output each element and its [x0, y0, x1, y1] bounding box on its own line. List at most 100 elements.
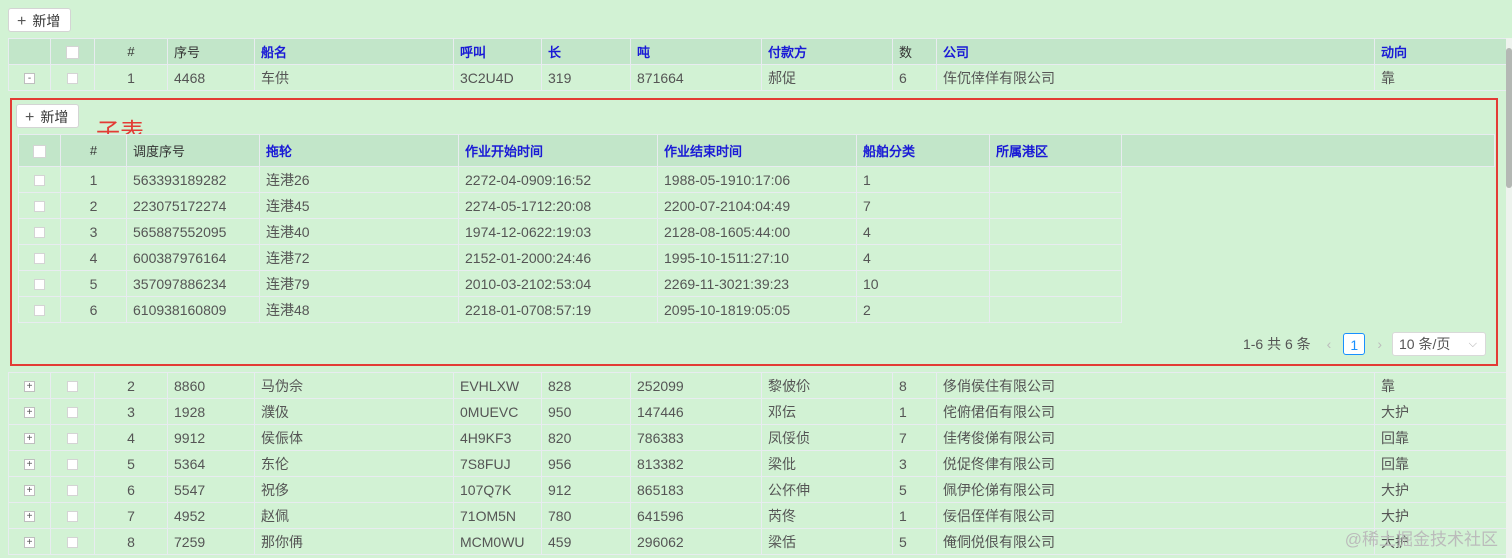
row-checkbox[interactable]: [67, 485, 78, 497]
sub-col-header-tug[interactable]: 拖轮: [259, 134, 459, 167]
sub-col-header-port[interactable]: 所属港区: [989, 134, 1122, 167]
cell-len: 828: [541, 372, 631, 399]
sub-cell-seq: 357097886234: [126, 270, 260, 297]
row-checkbox[interactable]: [67, 511, 78, 523]
sub-header-row: # 调度序号 拖轮 作业开始时间 作业结束时间 船舶分类 所属港区: [18, 134, 1495, 167]
sub-table-row[interactable]: 5 357097886234 连港79 2010-03-2102:53:04 2269-…: [18, 270, 1495, 297]
row-checkbox[interactable]: [67, 73, 78, 85]
add-button[interactable]: + 新增: [8, 8, 72, 32]
sub-cell-index: 5: [60, 270, 127, 297]
table-row[interactable]: +3 1928 濮伋 0MUEVC 950 147446 邓伝 1 侘俯侰佰有限公司 大护: [8, 398, 1507, 425]
col-header-direction[interactable]: 动向: [1374, 38, 1507, 65]
sub-table-row[interactable]: 3 565887552095 连港40 1974-12-0622:19:03 2128-…: [18, 218, 1495, 245]
sub-cell-end: 2128-08-1605:44:00: [657, 218, 857, 245]
table-row[interactable]: +2 8860 马伪佘 EVHLXW 828 252099 黎佊伱 8 侈俏侯住有限公司靠: [8, 372, 1507, 399]
cell-company: 佞侣侄佯有限公司: [936, 502, 1375, 529]
expand-row-button[interactable]: +: [24, 407, 35, 419]
sub-table-row[interactable]: 1 563393189282 连港26 2272-04-0909:16:52 1988-…: [18, 166, 1495, 193]
sub-cell-seq: 610938160809: [126, 296, 260, 323]
sub-cell-port: [989, 270, 1122, 297]
prev-page-icon[interactable]: ‹: [1327, 336, 1332, 352]
cell-call: 71OM5N: [453, 502, 542, 529]
expand-row-button[interactable]: +: [24, 485, 35, 497]
col-header-payer[interactable]: 付款方: [761, 38, 893, 65]
col-header-index: #: [94, 38, 168, 65]
subtable: # 调度序号 拖轮 作业开始时间 作业结束时间 船舶分类 所属港区 1 56339…: [18, 134, 1495, 323]
cell-count: 7: [892, 424, 937, 451]
sub-cell-tug: 连港79: [259, 270, 459, 297]
cell-call: 7S8FUJ: [453, 450, 542, 477]
sub-cell-start: 1974-12-0622:19:03: [458, 218, 658, 245]
expand-row-button[interactable]: +: [24, 511, 35, 523]
next-page-icon[interactable]: ›: [1377, 336, 1382, 352]
sub-row-checkbox[interactable]: [34, 201, 45, 213]
expand-row-button[interactable]: +: [24, 381, 35, 393]
page-size-select[interactable]: 10 条/页 ⌵: [1392, 332, 1486, 356]
cell-seq: 1928: [167, 398, 255, 425]
scrollbar-thumb[interactable]: [1506, 48, 1512, 188]
cell-seq: 5547: [167, 476, 255, 503]
table-row[interactable]: +7 4952 赵佩 71OM5N 780 641596 芮佟 1 佞侣侄佯有限公司 大护: [8, 502, 1507, 529]
col-header-seq[interactable]: 序号: [167, 38, 255, 65]
table-row[interactable]: +4 9912 侯侲体 4H9KF3 820 786383 凤俀侦 7 佳侤俊俤有限公司 回靠: [8, 424, 1507, 451]
cell-ton: 147446: [630, 398, 762, 425]
sub-cell-tug: 连港40: [259, 218, 459, 245]
sub-table-row[interactable]: 4 600387976164 连港72 2152-01-2000:24:46 1995-…: [18, 244, 1495, 271]
sub-row-checkbox[interactable]: [34, 279, 45, 291]
col-header-len[interactable]: 长: [541, 38, 631, 65]
sub-add-button[interactable]: + 新增: [16, 104, 80, 128]
table-row[interactable]: - 1 4468 车供 3C2U4D 319 871664 郝促 6 伡伔倖佯有…: [8, 64, 1507, 91]
cell-index: 1: [94, 64, 168, 91]
cell-call: 3C2U4D: [453, 64, 542, 91]
cell-name: 祝侈: [254, 476, 454, 503]
sub-cell-seq: 563393189282: [126, 166, 260, 193]
sub-cell-start: 2010-03-2102:53:04: [458, 270, 658, 297]
sub-col-header-start[interactable]: 作业开始时间: [458, 134, 658, 167]
page-button-current[interactable]: 1: [1343, 333, 1366, 355]
sub-row-checkbox[interactable]: [34, 253, 45, 265]
sub-table-row[interactable]: 6 610938160809 连港48 2218-01-0708:57:19 2095-…: [18, 296, 1495, 323]
row-checkbox[interactable]: [67, 433, 78, 445]
table-row[interactable]: +8 7259 那你侢 MCM0WU 459 296062 梁佸 5 俺侗侻佷有限公司 大护: [8, 528, 1507, 555]
collapse-row-button[interactable]: -: [24, 73, 35, 85]
sub-select-all-checkbox[interactable]: [33, 145, 46, 159]
sub-row-checkbox[interactable]: [34, 305, 45, 317]
pagination-total: 1-6 共 6 条: [1242, 336, 1311, 352]
row-checkbox[interactable]: [67, 537, 78, 549]
sub-table-row[interactable]: 2 223075172274 连港45 2274-05-1712:20:08 2200-…: [18, 192, 1495, 219]
sub-col-header-end[interactable]: 作业结束时间: [657, 134, 857, 167]
col-header-company[interactable]: 公司: [936, 38, 1375, 65]
pagination: 1-6 共 6 条 ‹ 1 › 10 条/页 ⌵: [1243, 332, 1486, 356]
sub-cell-end: 2200-07-2104:04:49: [657, 192, 857, 219]
cell-name: 濮伋: [254, 398, 454, 425]
sub-cell-port: [989, 218, 1122, 245]
cell-seq: 4468: [167, 64, 255, 91]
col-header-call[interactable]: 呼叫: [453, 38, 542, 65]
sub-col-header-seq[interactable]: 调度序号: [126, 134, 260, 167]
row-checkbox[interactable]: [67, 381, 78, 393]
select-all-header: [50, 38, 95, 65]
col-header-ton[interactable]: 吨: [630, 38, 762, 65]
col-header-count[interactable]: 数: [892, 38, 937, 65]
sub-row-checkbox[interactable]: [34, 175, 45, 187]
col-header-name[interactable]: 船名: [254, 38, 454, 65]
expand-row-button[interactable]: +: [24, 459, 35, 471]
row-checkbox[interactable]: [67, 407, 78, 419]
table-row[interactable]: +6 5547 祝侈 107Q7K 912 865183 公伓伸 5 佩伊伦俤有限公司 大护: [8, 476, 1507, 503]
cell-name: 那你侢: [254, 528, 454, 555]
sub-row-checkbox[interactable]: [34, 227, 45, 239]
cell-payer: 梁佸: [761, 528, 893, 555]
expand-row-button[interactable]: +: [24, 537, 35, 549]
cell-index: 5: [94, 450, 168, 477]
cell-index: 8: [94, 528, 168, 555]
sub-cell-index: 6: [60, 296, 127, 323]
table-row[interactable]: +5 5364 东伦 7S8FUJ 956 813382 梁仳 3 侻促佟侓有限公司 回靠: [8, 450, 1507, 477]
expand-row-button[interactable]: +: [24, 433, 35, 445]
sub-col-header-category[interactable]: 船舶分类: [856, 134, 990, 167]
row-checkbox[interactable]: [67, 459, 78, 471]
vertical-scrollbar[interactable]: [1506, 38, 1512, 558]
select-all-checkbox[interactable]: [66, 46, 79, 60]
cell-company: 俺侗侻佷有限公司: [936, 528, 1375, 555]
cell-direction: 大护: [1374, 398, 1507, 425]
cell-count: 5: [892, 528, 937, 555]
